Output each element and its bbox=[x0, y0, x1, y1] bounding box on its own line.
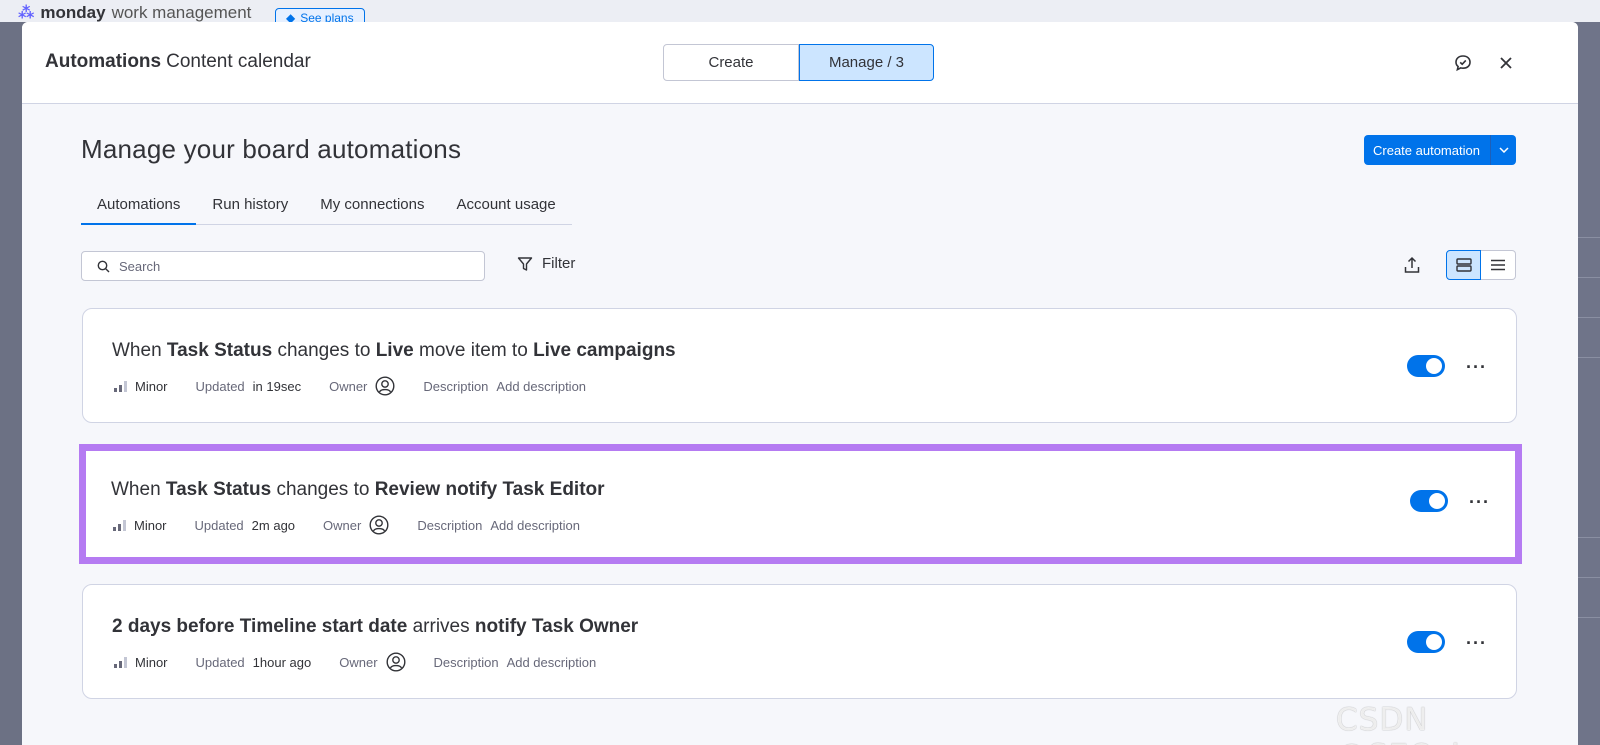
owner-avatar-icon[interactable] bbox=[369, 515, 389, 535]
description-label: Description bbox=[423, 378, 489, 394]
logo-subtext: work management bbox=[111, 3, 252, 22]
create-automation-label: Create automation bbox=[1373, 142, 1480, 158]
recipe-part: Task Status bbox=[166, 340, 273, 361]
card-view-icon[interactable] bbox=[1446, 250, 1481, 280]
automation-card-highlighted[interactable]: When Task Status changes to Review notif… bbox=[79, 444, 1522, 564]
impact-label: Minor bbox=[135, 654, 168, 670]
tab-my-connections[interactable]: My connections bbox=[304, 191, 440, 225]
description-label: Description bbox=[417, 517, 483, 533]
chevron-down-icon[interactable] bbox=[1491, 147, 1516, 153]
export-icon[interactable] bbox=[1403, 256, 1421, 279]
app-logo: ⁂ monday work management bbox=[18, 3, 251, 23]
add-description-link[interactable]: Add description bbox=[507, 655, 597, 670]
automations-dialog: Automations Content calendar Create Mana… bbox=[22, 22, 1578, 745]
background-topbar: ⁂ monday work management ◆ See plans bbox=[0, 0, 1600, 28]
toggle-knob bbox=[1426, 358, 1442, 374]
filter-icon bbox=[517, 256, 533, 271]
recipe-part: Task Editor bbox=[502, 479, 605, 500]
impact-label: Minor bbox=[135, 378, 168, 394]
description-label: Description bbox=[433, 654, 499, 670]
page-title: Manage your board automations bbox=[81, 134, 462, 164]
close-icon[interactable] bbox=[1495, 52, 1517, 74]
background-board-strip bbox=[1578, 22, 1600, 745]
feedback-icon[interactable] bbox=[1452, 52, 1474, 74]
automation-recipe: When Task Status changes to Live move it… bbox=[112, 340, 676, 362]
tab-automations[interactable]: Automations bbox=[81, 191, 197, 225]
automation-card[interactable]: 2 days before Timeline start date arrive… bbox=[82, 584, 1517, 699]
recipe-part: When bbox=[111, 479, 166, 500]
recipe-part: move item to bbox=[413, 340, 534, 361]
recipe-part: Live bbox=[375, 340, 414, 361]
owner-avatar-icon[interactable] bbox=[386, 652, 406, 672]
recipe-part: Timeline start date bbox=[239, 616, 408, 637]
impact-bars-icon bbox=[114, 380, 127, 392]
recipe-part: notify bbox=[474, 616, 532, 637]
automation-toggle[interactable] bbox=[1410, 490, 1448, 512]
recipe-part: arrives bbox=[407, 616, 475, 637]
updated-label: Updated bbox=[195, 378, 245, 394]
tab-account-usage[interactable]: Account usage bbox=[440, 191, 571, 225]
search-box bbox=[81, 251, 485, 281]
dialog-title-board: Content calendar bbox=[166, 51, 311, 72]
updated-value: 2m ago bbox=[251, 517, 296, 533]
recipe-part: Task Status bbox=[165, 479, 272, 500]
updated-label: Updated bbox=[194, 517, 244, 533]
impact-bars-icon bbox=[113, 519, 126, 531]
automation-card[interactable]: When Task Status changes to Live move it… bbox=[82, 308, 1517, 423]
automation-toggle[interactable] bbox=[1407, 355, 1445, 377]
automation-meta: Minor Updated 1hour ago Owner Descriptio… bbox=[114, 652, 596, 672]
toggle-knob bbox=[1429, 493, 1445, 509]
manage-tab-button[interactable]: Manage / 3 bbox=[799, 44, 934, 81]
manage-tabs: Automations Run history My connections A… bbox=[81, 191, 572, 225]
recipe-part: Live campaigns bbox=[533, 340, 676, 361]
updated-value: 1hour ago bbox=[252, 654, 312, 670]
toggle-knob bbox=[1426, 634, 1442, 650]
dialog-title: Automations Content calendar bbox=[45, 51, 311, 73]
owner-label: Owner bbox=[329, 378, 368, 394]
automation-meta: Minor Updated 2m ago Owner Description A… bbox=[113, 515, 580, 535]
search-icon bbox=[97, 260, 110, 272]
create-automation-button[interactable]: Create automation bbox=[1364, 135, 1516, 165]
recipe-part: notify bbox=[440, 479, 503, 500]
dialog-content: Manage your board automations Create aut… bbox=[22, 105, 1578, 745]
owner-label: Owner bbox=[339, 654, 378, 670]
recipe-part: Task Owner bbox=[531, 616, 639, 637]
automation-meta: Minor Updated in 19sec Owner Description… bbox=[114, 376, 586, 396]
updated-label: Updated bbox=[195, 654, 245, 670]
recipe-part: 2 days before bbox=[112, 616, 240, 637]
view-toggle bbox=[1446, 250, 1516, 280]
automation-recipe: 2 days before Timeline start date arrive… bbox=[112, 616, 638, 638]
tab-run-history[interactable]: Run history bbox=[196, 191, 304, 225]
watermark: CSDN @SEO_juper bbox=[1336, 702, 1535, 745]
automation-toggle[interactable] bbox=[1407, 631, 1445, 653]
search-input[interactable] bbox=[119, 258, 459, 274]
updated-value: in 19sec bbox=[252, 378, 302, 394]
dialog-title-automations: Automations bbox=[45, 51, 162, 72]
impact-label: Minor bbox=[134, 517, 167, 533]
more-options-icon[interactable]: ··· bbox=[1469, 492, 1490, 513]
owner-avatar-icon[interactable] bbox=[375, 376, 395, 396]
create-tab-button[interactable]: Create bbox=[663, 44, 799, 81]
list-view-icon[interactable] bbox=[1481, 250, 1516, 280]
filter-label: Filter bbox=[542, 255, 576, 272]
logo-icon: ⁂ bbox=[18, 5, 35, 22]
logo-text: monday bbox=[40, 3, 106, 22]
filter-button[interactable]: Filter bbox=[517, 255, 575, 272]
impact-bars-icon bbox=[114, 656, 127, 668]
recipe-part: Review bbox=[374, 479, 441, 500]
add-description-link[interactable]: Add description bbox=[496, 379, 586, 394]
owner-label: Owner bbox=[323, 517, 362, 533]
mode-switcher: Create Manage / 3 bbox=[663, 44, 934, 81]
more-options-icon[interactable]: ··· bbox=[1466, 633, 1487, 654]
automation-recipe: When Task Status changes to Review notif… bbox=[111, 479, 605, 501]
recipe-part: changes to bbox=[272, 340, 376, 361]
add-description-link[interactable]: Add description bbox=[490, 518, 580, 533]
recipe-part: When bbox=[112, 340, 167, 361]
dialog-header: Automations Content calendar Create Mana… bbox=[22, 22, 1578, 104]
recipe-part: changes to bbox=[271, 479, 375, 500]
more-options-icon[interactable]: ··· bbox=[1466, 357, 1487, 378]
